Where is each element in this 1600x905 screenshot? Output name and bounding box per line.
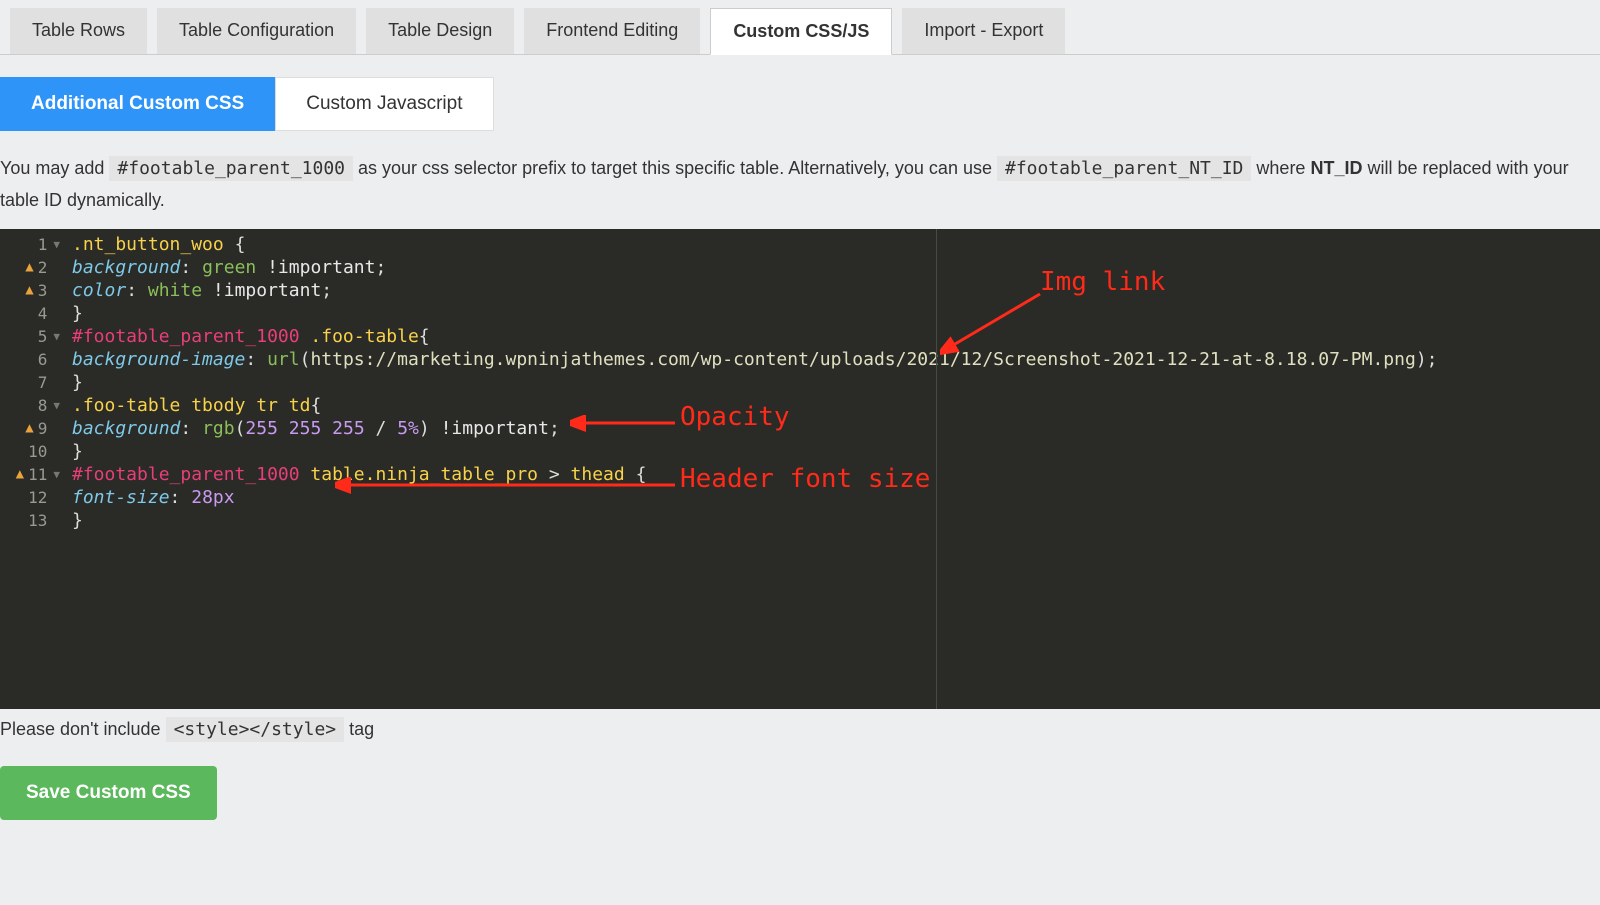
gutter-line: ▲2 bbox=[0, 256, 60, 279]
gutter-line: 10 bbox=[0, 440, 60, 463]
footnote-code: <style></style> bbox=[166, 717, 345, 742]
code-line[interactable]: } bbox=[72, 302, 1600, 325]
fold-icon[interactable]: ▼ bbox=[53, 463, 60, 486]
warning-icon: ▲ bbox=[25, 417, 33, 440]
tab-custom-css-js[interactable]: Custom CSS/JS bbox=[710, 8, 892, 55]
tab-frontend-editing[interactable]: Frontend Editing bbox=[524, 8, 700, 54]
code-line[interactable]: .nt_button_woo { bbox=[72, 233, 1600, 256]
code-line[interactable]: .foo-table tbody tr td{ bbox=[72, 394, 1600, 417]
gutter-line: 6 bbox=[0, 348, 60, 371]
gutter-line: 5▼ bbox=[0, 325, 60, 348]
main-tabs: Table RowsTable ConfigurationTable Desig… bbox=[0, 0, 1600, 55]
warning-icon: ▲ bbox=[16, 463, 24, 486]
footnote-pre: Please don't include bbox=[0, 719, 166, 739]
editor-ruler bbox=[936, 229, 937, 709]
code-line[interactable]: color: white !important; bbox=[72, 279, 1600, 302]
code-line[interactable]: background-image: url(https://marketing.… bbox=[72, 348, 1600, 371]
code-line[interactable]: background: green !important; bbox=[72, 256, 1600, 279]
warning-icon: ▲ bbox=[25, 256, 33, 279]
code-line[interactable]: } bbox=[72, 509, 1600, 532]
tab-table-configuration[interactable]: Table Configuration bbox=[157, 8, 356, 54]
code-line[interactable]: #footable_parent_1000 table.ninja_table_… bbox=[72, 463, 1600, 486]
gutter-line: ▲11▼ bbox=[0, 463, 60, 486]
code-line[interactable]: background: rgb(255 255 255 / 5%) !impor… bbox=[72, 417, 1600, 440]
css-code-editor[interactable]: 1▼▲2 ▲3 4 5▼6 7 8▼▲9 10 ▲11▼12 13 .nt_bu… bbox=[0, 229, 1600, 709]
sub-tab-custom-javascript[interactable]: Custom Javascript bbox=[275, 77, 493, 131]
fold-icon[interactable]: ▼ bbox=[53, 325, 60, 348]
help-mid: as your css selector prefix to target th… bbox=[358, 158, 997, 178]
help-pre: You may add bbox=[0, 158, 109, 178]
help-bold: NT_ID bbox=[1310, 158, 1362, 178]
help-post1: where bbox=[1256, 158, 1310, 178]
sub-tabs: Additional Custom CSSCustom Javascript bbox=[0, 55, 1600, 153]
tab-table-design[interactable]: Table Design bbox=[366, 8, 514, 54]
tab-table-rows[interactable]: Table Rows bbox=[10, 8, 147, 54]
gutter-line: 8▼ bbox=[0, 394, 60, 417]
footnote: Please don't include <style></style> tag bbox=[0, 709, 1600, 740]
code-line[interactable]: } bbox=[72, 371, 1600, 394]
footnote-post: tag bbox=[349, 719, 374, 739]
gutter-line: ▲3 bbox=[0, 279, 60, 302]
selector-code-2: #footable_parent_NT_ID bbox=[997, 156, 1251, 181]
gutter-line: 12 bbox=[0, 486, 60, 509]
code-line[interactable]: } bbox=[72, 440, 1600, 463]
editor-code-area[interactable]: .nt_button_woo {background: green !impor… bbox=[66, 229, 1600, 709]
gutter-line: 7 bbox=[0, 371, 60, 394]
gutter-line: 13 bbox=[0, 509, 60, 532]
fold-icon[interactable]: ▼ bbox=[53, 233, 60, 256]
help-text: You may add #footable_parent_1000 as you… bbox=[0, 153, 1600, 229]
warning-icon: ▲ bbox=[25, 279, 33, 302]
tab-import-export[interactable]: Import - Export bbox=[902, 8, 1065, 54]
gutter-line: ▲9 bbox=[0, 417, 60, 440]
gutter-line: 4 bbox=[0, 302, 60, 325]
gutter-line: 1▼ bbox=[0, 233, 60, 256]
sub-tab-additional-custom-css[interactable]: Additional Custom CSS bbox=[0, 77, 275, 131]
save-button[interactable]: Save Custom CSS bbox=[0, 766, 217, 820]
editor-gutter: 1▼▲2 ▲3 4 5▼6 7 8▼▲9 10 ▲11▼12 13 bbox=[0, 229, 66, 709]
fold-icon[interactable]: ▼ bbox=[53, 394, 60, 417]
selector-code-1: #footable_parent_1000 bbox=[109, 156, 353, 181]
code-line[interactable]: font-size: 28px bbox=[72, 486, 1600, 509]
code-line[interactable]: #footable_parent_1000 .foo-table{ bbox=[72, 325, 1600, 348]
